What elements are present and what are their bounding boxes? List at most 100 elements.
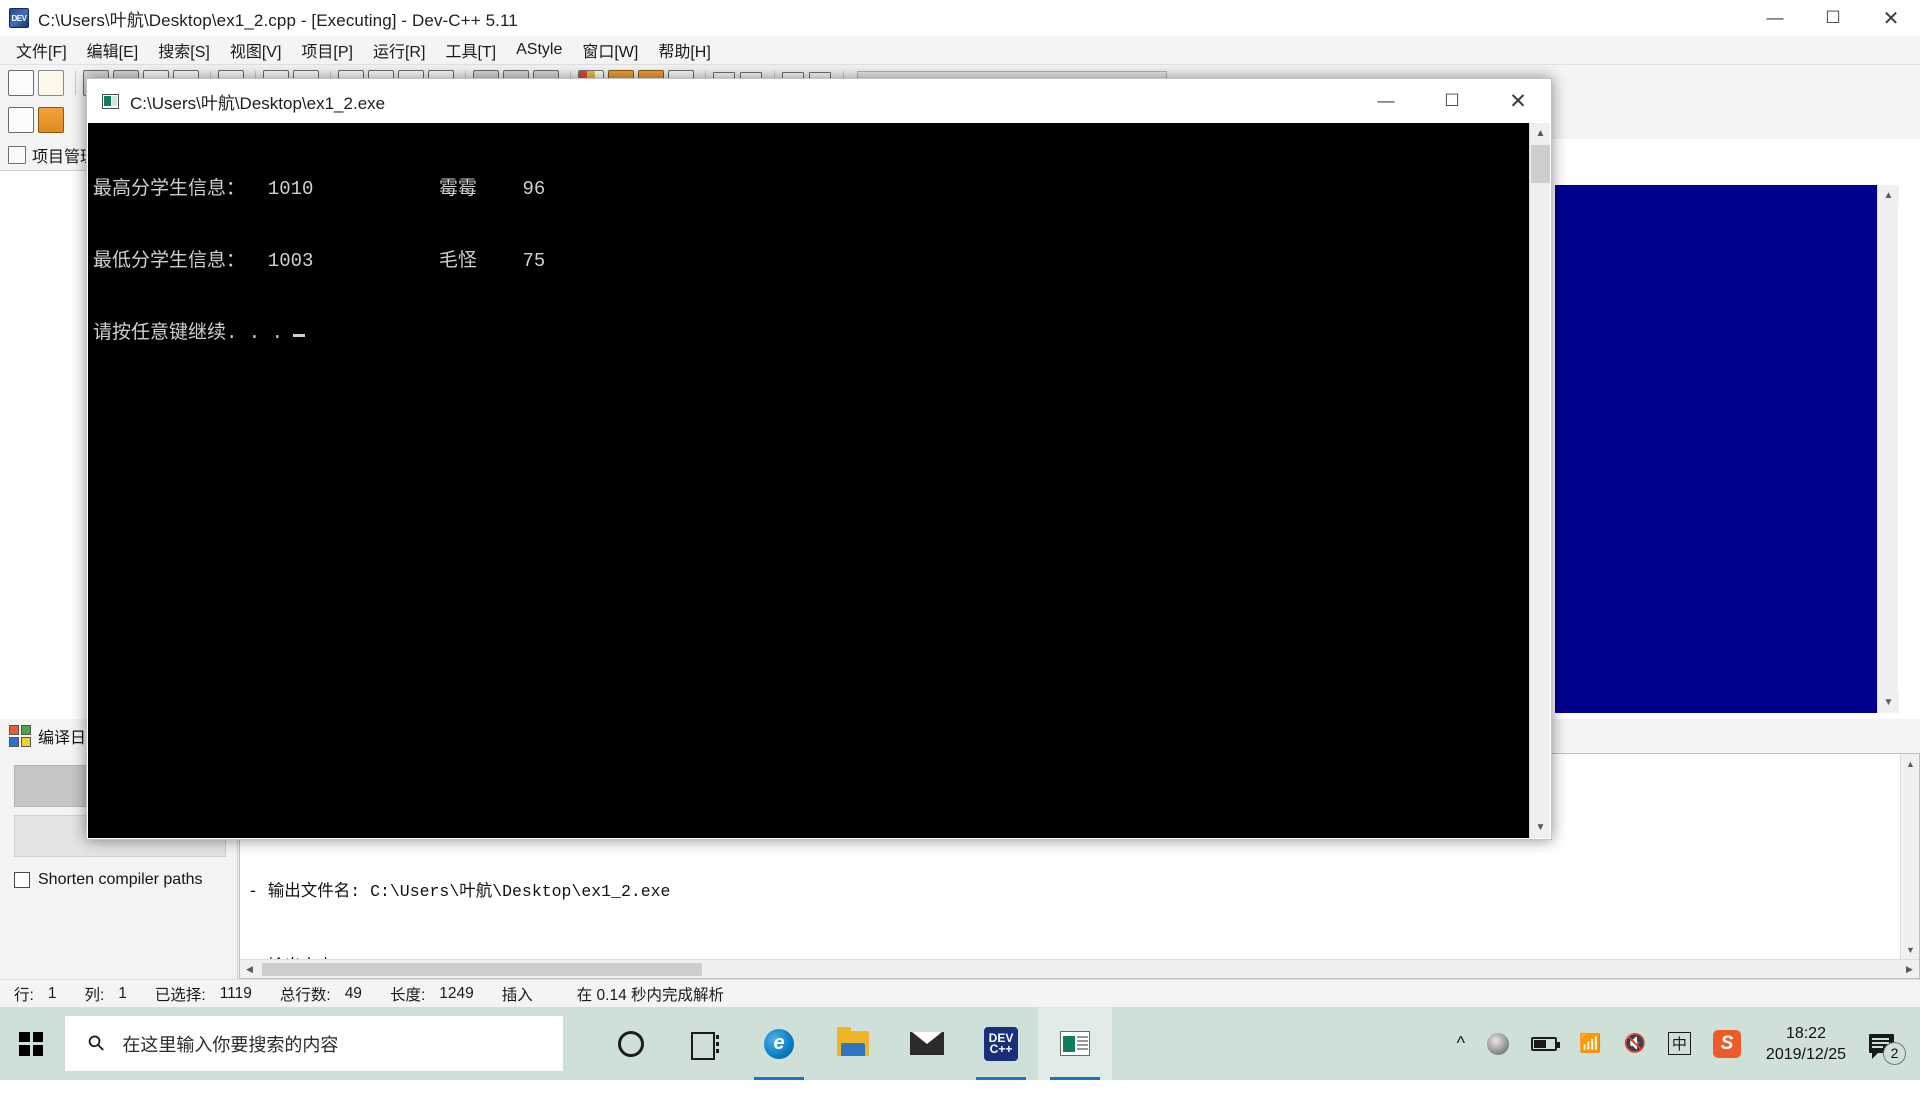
menu-file[interactable]: 文件[F] — [6, 36, 77, 64]
taskbar-app-buttons: e DEVC++ — [594, 1007, 1112, 1080]
status-length-value: 1249 — [439, 985, 473, 1003]
task-view-icon — [691, 1032, 719, 1056]
ide-close-button[interactable]: ✕ — [1862, 0, 1920, 36]
taskbar-clock[interactable]: 18:22 2019/12/25 — [1766, 1023, 1846, 1065]
volume-muted-icon[interactable]: 🔇 — [1623, 1033, 1645, 1054]
console-window[interactable]: C:\Users\叶航\Desktop\ex1_2.exe — ☐ ✕ 最高分学… — [86, 78, 1552, 840]
console-line: 最低分学生信息： 1003 毛怪 75 — [93, 249, 1526, 273]
shorten-compiler-paths-row[interactable]: Shorten compiler paths — [14, 871, 203, 889]
console-scroll-up-icon[interactable]: ▲ — [1530, 123, 1551, 144]
status-insert-mode: 插入 — [488, 980, 547, 1008]
scroll-up-arrow-icon[interactable]: ▲ — [1878, 185, 1899, 206]
ime-icon[interactable]: 中 — [1668, 1032, 1691, 1055]
show-hidden-icons-chevron-icon[interactable]: ^ — [1457, 1033, 1465, 1054]
editor-vertical-scrollbar[interactable]: ▲ ▼ — [1877, 185, 1898, 713]
menu-run[interactable]: 运行[R] — [363, 36, 435, 64]
editor-selection-highlight — [1555, 185, 1895, 713]
taskbar-search-box[interactable]: ⚲ 在这里输入你要搜索的内容 — [64, 1015, 564, 1072]
clock-date: 2019/12/25 — [1766, 1044, 1846, 1065]
console-minimize-button[interactable]: — — [1353, 79, 1419, 123]
log-horizontal-scrollbar[interactable]: ◀ ▶ — [240, 959, 1919, 978]
wifi-icon[interactable]: 📶 — [1579, 1033, 1601, 1054]
status-col-label: 列: — [84, 983, 104, 1005]
console-scroll-thumb[interactable] — [1531, 145, 1550, 183]
console-scroll-down-icon[interactable]: ▼ — [1530, 817, 1551, 838]
console-taskbar-icon — [1060, 1031, 1090, 1056]
clock-time: 18:22 — [1766, 1023, 1846, 1044]
log-scroll-left-icon[interactable]: ◀ — [240, 960, 259, 979]
shorten-compiler-paths-checkbox[interactable] — [14, 872, 30, 888]
sogou-icon[interactable]: S — [1713, 1030, 1741, 1058]
console-vertical-scrollbar[interactable]: ▲ ▼ — [1529, 123, 1550, 838]
console-window-controls: — ☐ ✕ — [1353, 79, 1551, 123]
menu-tools[interactable]: 工具[T] — [435, 36, 506, 64]
menu-view[interactable]: 视图[V] — [220, 36, 292, 64]
taskbar-item-edge[interactable]: e — [742, 1007, 816, 1080]
status-col-value: 1 — [118, 985, 127, 1003]
search-placeholder: 在这里输入你要搜索的内容 — [122, 1031, 338, 1057]
add-to-project-icon[interactable] — [38, 107, 64, 133]
console-output-area[interactable]: 最高分学生信息： 1010 霉霉 96 最低分学生信息： 1003 毛怪 75 … — [88, 123, 1550, 838]
new-project-icon[interactable] — [8, 107, 34, 133]
compile-log-icon — [9, 725, 31, 747]
status-total-lines-label: 总行数: — [280, 983, 331, 1005]
console-line: 最高分学生信息： 1010 霉霉 96 — [93, 177, 1526, 201]
menu-window[interactable]: 窗口[W] — [572, 36, 648, 64]
status-selected-label: 已选择: — [155, 983, 206, 1005]
ide-minimize-button[interactable]: — — [1746, 0, 1804, 36]
taskbar-item-console[interactable] — [1038, 1007, 1112, 1080]
console-close-button[interactable]: ✕ — [1485, 79, 1551, 123]
taskbar-item-mail[interactable] — [890, 1007, 964, 1080]
log-vertical-scrollbar[interactable]: ▲ ▼ — [1900, 754, 1919, 959]
mail-icon — [910, 1032, 944, 1055]
status-length: 长度: 1249 — [376, 980, 488, 1008]
status-selected-value: 1119 — [220, 985, 252, 1003]
notification-center-button[interactable]: 2 — [1864, 1027, 1898, 1061]
console-maximize-button[interactable]: ☐ — [1419, 79, 1485, 123]
scroll-down-arrow-icon[interactable]: ▼ — [1878, 692, 1899, 713]
start-button[interactable] — [0, 1007, 62, 1080]
status-total-lines: 总行数: 49 — [266, 980, 376, 1008]
status-row-value: 1 — [48, 985, 57, 1003]
console-line: 请按任意键继续. . . — [93, 322, 283, 344]
ide-maximize-button[interactable]: ☐ — [1804, 0, 1862, 36]
menu-help[interactable]: 帮助[H] — [648, 36, 720, 64]
status-selected: 已选择: 1119 — [141, 980, 266, 1008]
log-line: - 输出文件名: C:\Users\叶航\Desktop\ex1_2.exe — [248, 879, 1893, 904]
globe-icon[interactable] — [1487, 1033, 1509, 1055]
notification-count-badge: 2 — [1883, 1042, 1906, 1065]
console-titlebar: C:\Users\叶航\Desktop\ex1_2.exe — ☐ ✕ — [87, 79, 1551, 123]
status-parse: 在 0.14 秒内完成解析 — [547, 980, 738, 1008]
console-text: 最高分学生信息： 1010 霉霉 96 最低分学生信息： 1003 毛怪 75 … — [93, 129, 1526, 393]
ide-menubar: 文件[F] 编辑[E] 搜索[S] 视图[V] 项目[P] 运行[R] 工具[T… — [0, 36, 1920, 65]
battery-icon[interactable] — [1531, 1037, 1557, 1051]
status-col: 列: 1 — [70, 980, 140, 1008]
taskbar-item-task-view[interactable] — [668, 1007, 742, 1080]
status-total-lines-value: 49 — [345, 985, 362, 1003]
taskbar-item-cortana[interactable] — [594, 1007, 668, 1080]
menu-project[interactable]: 项目[P] — [291, 36, 363, 64]
menu-edit[interactable]: 编辑[E] — [77, 36, 149, 64]
windows-logo-icon — [19, 1032, 43, 1056]
log-scroll-up-icon[interactable]: ▲ — [1901, 754, 1920, 773]
windows-taskbar: ⚲ 在这里输入你要搜索的内容 e DEVC++ ^ — [0, 1007, 1920, 1080]
console-line-with-cursor: 请按任意键继续. . . — [93, 321, 1526, 345]
menu-search[interactable]: 搜索[S] — [148, 36, 220, 64]
status-row-label: 行: — [14, 983, 34, 1005]
console-title: C:\Users\叶航\Desktop\ex1_2.exe — [130, 89, 385, 114]
console-cursor — [293, 334, 305, 337]
log-hscroll-thumb[interactable] — [262, 963, 702, 976]
log-scroll-down-icon[interactable]: ▼ — [1901, 940, 1920, 959]
taskbar-item-devcpp[interactable]: DEVC++ — [964, 1007, 1038, 1080]
menu-astyle[interactable]: AStyle — [506, 39, 572, 61]
system-tray: ^ 📶 🔇 中 S 18:22 2019/12/25 2 — [1446, 1007, 1920, 1080]
devcpp-icon: DEV — [9, 8, 29, 28]
new-file-icon[interactable] — [8, 70, 34, 96]
log-scroll-right-icon[interactable]: ▶ — [1900, 960, 1919, 979]
devcpp-taskbar-icon: DEVC++ — [984, 1027, 1018, 1061]
status-length-label: 长度: — [390, 983, 425, 1005]
open-file-icon[interactable] — [38, 70, 64, 96]
taskbar-item-file-explorer[interactable] — [816, 1007, 890, 1080]
file-explorer-icon — [837, 1031, 869, 1056]
status-row: 行: 1 — [0, 980, 70, 1008]
